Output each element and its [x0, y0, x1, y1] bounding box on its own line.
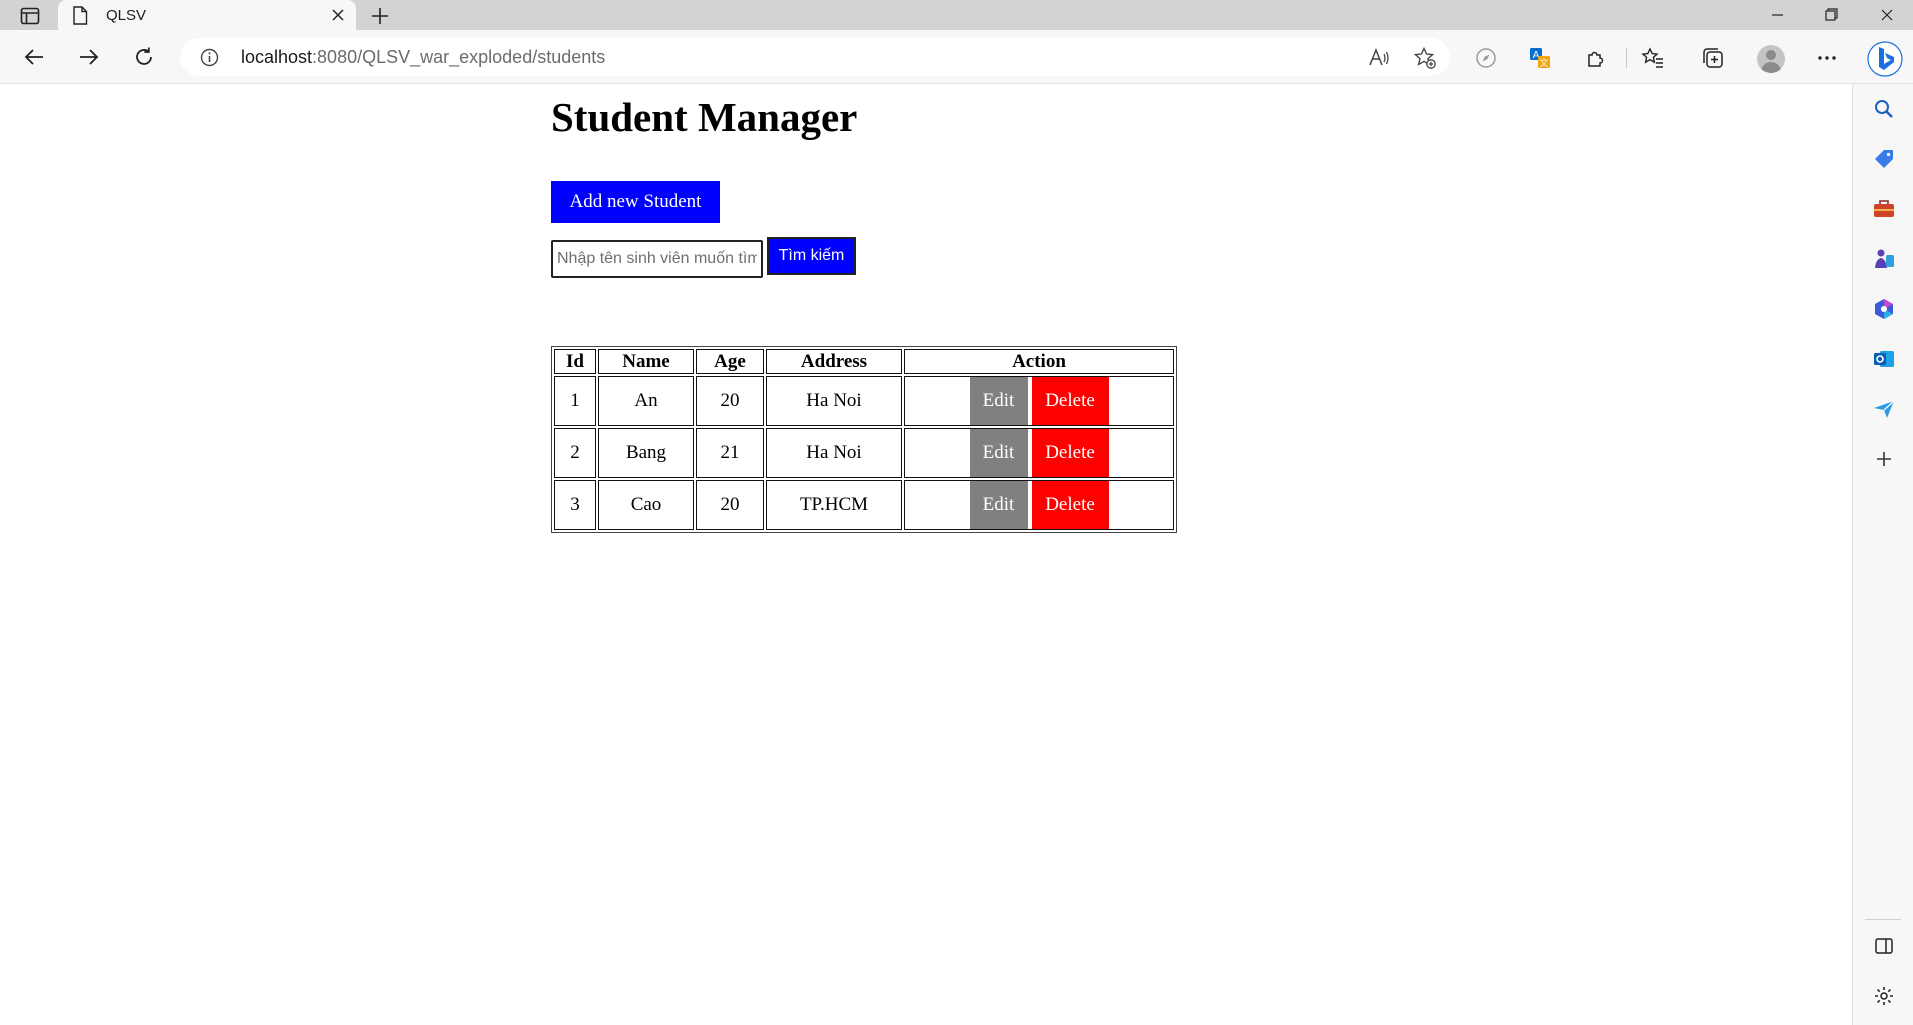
cell-name: An — [598, 376, 694, 426]
cell-address: TP.HCM — [766, 480, 902, 530]
minimize-icon[interactable] — [1760, 2, 1794, 28]
student-table: Id Name Age Address Action 1 An 20 Ha No… — [551, 346, 1177, 533]
read-aloud-icon[interactable] — [1367, 46, 1391, 70]
header-address: Address — [766, 349, 902, 374]
profile-avatar[interactable] — [1757, 45, 1785, 73]
favorites-icon[interactable] — [1640, 45, 1666, 71]
cell-age: 20 — [696, 376, 764, 426]
add-student-button[interactable]: Add new Student — [551, 181, 720, 223]
info-icon[interactable] — [200, 48, 219, 72]
cell-action: Edit Delete — [904, 480, 1174, 530]
cell-id: 2 — [554, 428, 596, 478]
edit-button[interactable]: Edit — [969, 377, 1028, 425]
url-path: :8080/QLSV_war_exploded/students — [312, 47, 606, 67]
delete-button[interactable]: Delete — [1031, 481, 1109, 529]
shopping-tag-icon[interactable] — [1871, 146, 1897, 172]
back-icon[interactable] — [17, 40, 51, 74]
translate-icon[interactable]: A文 — [1527, 45, 1553, 71]
settings-gear-icon[interactable] — [1871, 983, 1897, 1009]
outlook-icon[interactable] — [1871, 346, 1897, 372]
microsoft-365-icon[interactable] — [1871, 296, 1897, 322]
tab-title: QLSV — [106, 7, 147, 24]
tools-briefcase-icon[interactable] — [1871, 196, 1897, 222]
url-host: localhost — [241, 47, 313, 67]
header-action: Action — [904, 349, 1174, 374]
add-favorite-icon[interactable] — [1413, 46, 1437, 70]
cell-name: Cao — [598, 480, 694, 530]
bing-copilot-icon[interactable] — [1866, 38, 1904, 80]
more-icon[interactable] — [1814, 45, 1840, 71]
search-button[interactable]: Tìm kiếm — [767, 237, 856, 275]
extensions-icon[interactable] — [1583, 45, 1609, 71]
search-icon[interactable] — [1871, 96, 1897, 122]
header-name: Name — [598, 349, 694, 374]
collections-icon[interactable] — [1700, 45, 1726, 71]
new-tab-icon[interactable] — [367, 3, 393, 29]
header-age: Age — [696, 349, 764, 374]
edit-button[interactable]: Edit — [969, 481, 1028, 529]
cell-name: Bang — [598, 428, 694, 478]
cell-action: Edit Delete — [904, 428, 1174, 478]
cell-id: 1 — [554, 376, 596, 426]
page-title: Student Manager — [551, 94, 858, 140]
tab-bar: QLSV — [0, 0, 1913, 30]
hide-sidebar-icon[interactable] — [1871, 933, 1897, 959]
sidebar-divider — [1865, 919, 1901, 920]
browser-toolbar: localhost:8080/QLSV_war_exploded/student… — [0, 30, 1913, 84]
add-icon[interactable] — [1871, 446, 1897, 472]
cell-address: Ha Noi — [766, 376, 902, 426]
page-content: Student Manager Add new Student Tìm kiếm… — [0, 85, 1852, 1025]
cell-address: Ha Noi — [766, 428, 902, 478]
cell-age: 21 — [696, 428, 764, 478]
restore-icon[interactable] — [1814, 2, 1848, 28]
svg-text:文: 文 — [1539, 57, 1548, 69]
table-row: 3 Cao 20 TP.HCM Edit Delete — [554, 480, 1174, 530]
cell-age: 20 — [696, 480, 764, 530]
close-icon[interactable] — [328, 5, 348, 25]
url-text[interactable]: localhost:8080/QLSV_war_exploded/student… — [241, 47, 605, 68]
address-bar[interactable]: localhost:8080/QLSV_war_exploded/student… — [180, 38, 1450, 76]
page-icon — [72, 6, 88, 30]
search-input[interactable] — [551, 240, 763, 278]
table-row: 1 An 20 Ha Noi Edit Delete — [554, 376, 1174, 426]
window-close-icon[interactable] — [1870, 2, 1904, 28]
table-row: 2 Bang 21 Ha Noi Edit Delete — [554, 428, 1174, 478]
reload-icon[interactable] — [127, 40, 161, 74]
delete-button[interactable]: Delete — [1031, 429, 1109, 477]
forward-icon[interactable] — [72, 40, 106, 74]
table-header-row: Id Name Age Address Action — [554, 349, 1174, 374]
cell-id: 3 — [554, 480, 596, 530]
compass-icon[interactable] — [1473, 45, 1499, 71]
cell-action: Edit Delete — [904, 376, 1174, 426]
header-id: Id — [554, 349, 596, 374]
tab-actions-icon[interactable] — [18, 5, 42, 27]
edge-sidebar — [1852, 84, 1913, 1025]
drop-send-icon[interactable] — [1871, 396, 1897, 422]
tab-qlsv[interactable]: QLSV — [58, 0, 356, 30]
games-icon[interactable] — [1871, 246, 1897, 272]
edit-button[interactable]: Edit — [969, 429, 1028, 477]
toolbar-divider — [1626, 48, 1627, 68]
delete-button[interactable]: Delete — [1031, 377, 1109, 425]
